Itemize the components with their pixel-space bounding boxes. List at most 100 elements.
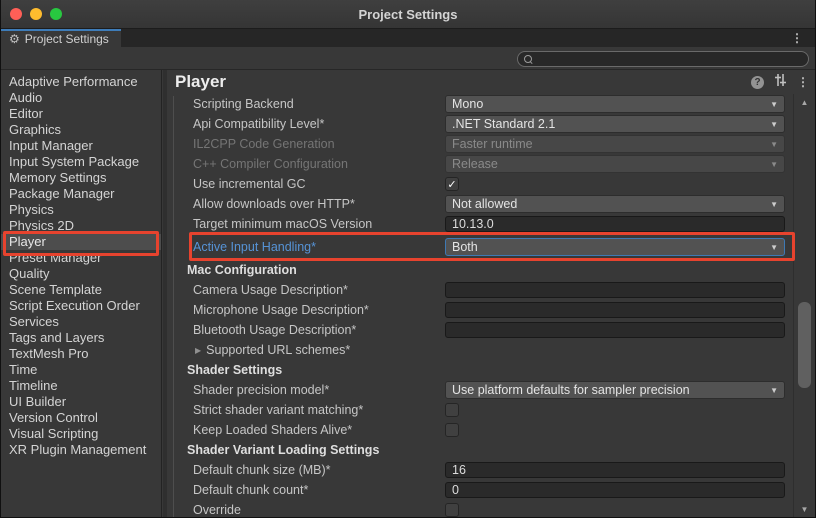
scroll-up-icon[interactable]: ▲ [794, 98, 815, 107]
sidebar-item-tags-and-layers[interactable]: Tags and Layers [1, 330, 161, 346]
dropdown-value: Faster runtime [452, 137, 766, 151]
tabbar-kebab-menu-icon[interactable]: ⋮ [791, 30, 803, 46]
setting-row-scripting-backend: Scripting BackendMono▼ [167, 94, 785, 114]
sidebar-item-audio[interactable]: Audio [1, 90, 161, 106]
sidebar-item-textmesh-pro[interactable]: TextMesh Pro [1, 346, 161, 362]
chevron-down-icon: ▼ [770, 120, 778, 129]
setting-label: Keep Loaded Shaders Alive* [167, 423, 445, 437]
setting-row-strict-shader-variant-matching: Strict shader variant matching* [167, 400, 785, 420]
section-header-shader-settings: Shader Settings [167, 360, 785, 380]
setting-label: Target minimum macOS Version [167, 217, 445, 231]
panel-kebab-menu-icon[interactable]: ⋮ [797, 75, 809, 89]
setting-label: Default chunk count* [167, 483, 445, 497]
setting-row-active-input-handling: Active Input Handling*Both▼ [167, 234, 785, 260]
sidebar-item-time[interactable]: Time [1, 362, 161, 378]
chevron-down-icon: ▼ [770, 140, 778, 149]
setting-label: Use incremental GC [167, 177, 445, 191]
setting-label: Shader precision model* [167, 383, 445, 397]
sidebar-item-editor[interactable]: Editor [1, 106, 161, 122]
chevron-down-icon: ▼ [770, 243, 778, 252]
help-icon[interactable]: ? [751, 76, 764, 89]
sidebar-item-memory-settings[interactable]: Memory Settings [1, 170, 161, 186]
window-title: Project Settings [1, 7, 815, 22]
sidebar-item-adaptive-performance[interactable]: Adaptive Performance [1, 74, 161, 90]
sidebar-item-preset-manager[interactable]: Preset Manager [1, 250, 161, 266]
sidebar-item-visual-scripting[interactable]: Visual Scripting [1, 426, 161, 442]
setting-label: Scripting Backend [167, 97, 445, 111]
setting-row-il2cpp-code-generation: IL2CPP Code GenerationFaster runtime▼ [167, 134, 785, 154]
close-button[interactable] [10, 8, 22, 20]
sidebar-item-physics-2d[interactable]: Physics 2D [1, 218, 161, 234]
section-header-mac-configuration: Mac Configuration [167, 260, 785, 280]
foldout-label: Supported URL schemes* [206, 343, 350, 357]
sidebar-item-script-execution-order[interactable]: Script Execution Order [1, 298, 161, 314]
sidebar-item-services[interactable]: Services [1, 314, 161, 330]
toolbar [1, 47, 815, 70]
sidebar-item-player[interactable]: Player [1, 234, 161, 250]
setting-row-microphone-usage-description: Microphone Usage Description* [167, 300, 785, 320]
target-minimum-macos-version-field[interactable]: 10.13.0 [445, 216, 785, 232]
dropdown-value: Not allowed [452, 197, 766, 211]
default-chunk-size-mb-field[interactable]: 16 [445, 462, 785, 478]
setting-row-override: Override [167, 500, 785, 517]
sidebar-item-xr-plugin-management[interactable]: XR Plugin Management [1, 442, 161, 458]
keep-loaded-shaders-alive-checkbox[interactable] [445, 423, 459, 437]
sidebar-item-quality[interactable]: Quality [1, 266, 161, 282]
chevron-down-icon: ▼ [770, 200, 778, 209]
setting-row-keep-loaded-shaders-alive: Keep Loaded Shaders Alive* [167, 420, 785, 440]
sidebar-item-ui-builder[interactable]: UI Builder [1, 394, 161, 410]
tab-label: Project Settings [25, 32, 109, 46]
search-field[interactable] [517, 51, 809, 67]
c-compiler-configuration-dropdown: Release▼ [445, 155, 785, 173]
foldout-supported-url-schemes[interactable]: ▶ Supported URL schemes* [167, 340, 785, 360]
section-header-shader-variant-loading-settings: Shader Variant Loading Settings [167, 440, 785, 460]
bluetooth-usage-description-field[interactable] [445, 322, 785, 338]
api-compatibility-level-dropdown[interactable]: .NET Standard 2.1 ▼ [445, 115, 785, 133]
active-input-handling-dropdown[interactable]: Both▼ [445, 238, 785, 256]
strict-shader-variant-matching-checkbox[interactable] [445, 403, 459, 417]
sidebar-item-version-control[interactable]: Version Control [1, 410, 161, 426]
dropdown-value: Use platform defaults for sampler precis… [452, 383, 766, 397]
setting-label: Microphone Usage Description* [167, 303, 445, 317]
scrollbar-thumb[interactable] [798, 302, 811, 388]
setting-row-api-compatibility-level: Api Compatibility Level*.NET Standard 2.… [167, 114, 785, 134]
use-incremental-gc-checkbox[interactable]: ✓ [445, 177, 459, 191]
scripting-backend-dropdown[interactable]: Mono▼ [445, 95, 785, 113]
sidebar-item-physics[interactable]: Physics [1, 202, 161, 218]
sidebar-item-timeline[interactable]: Timeline [1, 378, 161, 394]
tab-bar: ⚙ Project Settings ⋮ [1, 29, 815, 47]
minimize-button[interactable] [30, 8, 42, 20]
setting-row-c-compiler-configuration: C++ Compiler ConfigurationRelease▼ [167, 154, 785, 174]
allow-downloads-over-http-dropdown[interactable]: Not allowed ▼ [445, 195, 785, 213]
dropdown-value: .NET Standard 2.1 [452, 117, 766, 131]
override-checkbox[interactable] [445, 503, 459, 517]
setting-label: Default chunk size (MB)* [167, 463, 445, 477]
sidebar-item-input-manager[interactable]: Input Manager [1, 138, 161, 154]
sidebar-item-input-system-package[interactable]: Input System Package [1, 154, 161, 170]
setting-row-camera-usage-description: Camera Usage Description* [167, 280, 785, 300]
setting-row-default-chunk-size-mb: Default chunk size (MB)*16 [167, 460, 785, 480]
setting-label: Api Compatibility Level* [167, 117, 445, 131]
chevron-down-icon: ▼ [770, 100, 778, 109]
microphone-usage-description-field[interactable] [445, 302, 785, 318]
page-title: Player [175, 72, 751, 92]
sidebar-item-scene-template[interactable]: Scene Template [1, 282, 161, 298]
setting-label: Bluetooth Usage Description* [167, 323, 445, 337]
tab-project-settings[interactable]: ⚙ Project Settings [1, 29, 121, 47]
settings-sidebar: Adaptive PerformanceAudioEditorGraphicsI… [1, 70, 162, 517]
camera-usage-description-field[interactable] [445, 282, 785, 298]
search-input[interactable] [537, 53, 787, 65]
search-icon [524, 55, 533, 64]
il2cpp-code-generation-dropdown: Faster runtime ▼ [445, 135, 785, 153]
sidebar-item-package-manager[interactable]: Package Manager [1, 186, 161, 202]
vertical-scrollbar[interactable]: ▲ ▼ [793, 94, 815, 517]
scroll-down-icon[interactable]: ▼ [794, 505, 815, 514]
default-chunk-count-field[interactable]: 0 [445, 482, 785, 498]
zoom-button[interactable] [50, 8, 62, 20]
preset-sliders-icon[interactable] [774, 73, 787, 91]
sidebar-item-graphics[interactable]: Graphics [1, 122, 161, 138]
titlebar: Project Settings [1, 0, 815, 29]
shader-precision-model-dropdown[interactable]: Use platform defaults for sampler precis… [445, 381, 785, 399]
foldout-arrow-icon[interactable]: ▶ [195, 346, 201, 355]
project-settings-window: Project Settings ⚙ Project Settings ⋮ Ad… [0, 0, 816, 518]
